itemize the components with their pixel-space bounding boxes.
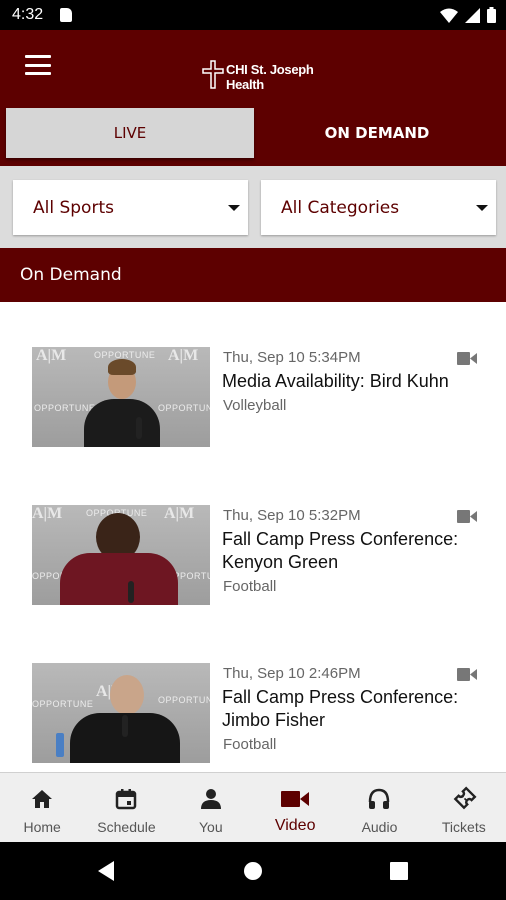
status-bar: 4:32 — [0, 0, 506, 30]
video-thumbnail[interactable]: OPPORTUNE OPPORTUNE A|M — [32, 663, 210, 763]
sports-dropdown[interactable]: All Sports — [13, 180, 248, 235]
brand-mark: A|M — [168, 347, 199, 364]
brand-mark: A|M — [36, 347, 67, 364]
video-category: Football — [223, 578, 277, 595]
video-title: Media Availability: Bird Kuhn — [222, 371, 449, 391]
video-camera-icon — [457, 668, 477, 681]
video-camera-icon — [457, 510, 477, 523]
nav-video[interactable]: Video — [253, 773, 337, 842]
video-title: Fall Camp Press Conference: Jimbo Fisher — [222, 687, 459, 730]
video-camera-icon — [281, 791, 310, 807]
video-item[interactable]: A|M A|M OPPORTUNE OPPORTUNE OPPORTUNE Th… — [0, 505, 506, 625]
video-category: Football — [223, 736, 277, 753]
home-circle-icon[interactable] — [243, 861, 263, 881]
video-item[interactable]: A|M A|M OPPORTUNE OPPORTUNE OPPORTUNE Th… — [0, 347, 506, 467]
recents-icon[interactable] — [390, 862, 408, 880]
video-date: Thu, Sep 10 5:34PM — [223, 349, 361, 366]
video-thumbnail[interactable]: A|M A|M OPPORTUNE OPPORTUNE OPPORTUNE — [32, 347, 210, 447]
nav-schedule[interactable]: Schedule — [84, 773, 168, 842]
categories-dropdown-value: All Categories — [281, 197, 400, 218]
video-date: Thu, Sep 10 2:46PM — [223, 665, 361, 682]
chevron-down-icon — [476, 205, 488, 211]
video-title: Fall Camp Press Conference: Kenyon Green — [222, 529, 459, 572]
person-icon — [200, 789, 221, 809]
nav-home[interactable]: Home — [0, 773, 84, 842]
wifi-icon — [440, 8, 458, 23]
nav-home-label: Home — [23, 819, 61, 835]
video-list: A|M A|M OPPORTUNE OPPORTUNE OPPORTUNE Th… — [0, 302, 506, 772]
tab-live[interactable]: LIVE — [6, 108, 254, 158]
status-icons — [440, 7, 496, 23]
video-date: Thu, Sep 10 5:32PM — [223, 507, 361, 524]
system-nav-bar — [0, 842, 506, 900]
back-icon[interactable] — [96, 860, 116, 882]
filter-bar: All Sports All Categories — [0, 166, 506, 248]
logo-line2: Health — [226, 77, 264, 92]
sd-card-icon — [60, 8, 72, 22]
video-category: Volleyball — [223, 397, 287, 414]
battery-icon — [487, 7, 496, 23]
ticket-icon — [453, 786, 477, 810]
status-time: 4:32 — [12, 6, 44, 23]
sponsor-text: OPPORTUNE — [34, 403, 96, 413]
video-thumbnail[interactable]: A|M A|M OPPORTUNE OPPORTUNE OPPORTUNE — [32, 505, 210, 605]
nav-audio-label: Audio — [361, 819, 398, 835]
categories-dropdown[interactable]: All Categories — [261, 180, 496, 235]
sponsor-text: OPPORTUNE — [32, 699, 94, 709]
nav-audio[interactable]: Audio — [337, 773, 421, 842]
app-bar: CHI St. Joseph Health — [0, 30, 506, 100]
brand-mark: A|M — [164, 505, 195, 522]
home-icon — [32, 790, 53, 808]
logo-text: CHI St. Joseph Health — [226, 62, 314, 92]
stream-tabs: LIVE ON DEMAND — [0, 100, 506, 166]
sponsor-text: OPPORTUNE — [158, 403, 210, 413]
cross-logo-icon — [202, 60, 224, 89]
chevron-down-icon — [228, 205, 240, 211]
nav-you[interactable]: You — [169, 773, 253, 842]
headphones-icon — [369, 788, 390, 809]
nav-you-label: You — [199, 819, 223, 835]
calendar-icon — [116, 789, 137, 810]
video-camera-icon — [457, 352, 477, 365]
nav-tickets[interactable]: Tickets — [422, 773, 506, 842]
nav-video-label: Video — [274, 817, 316, 834]
sports-dropdown-value: All Sports — [33, 197, 114, 218]
sponsor-logo: CHI St. Joseph Health — [202, 58, 322, 98]
brand-mark: A|M — [32, 505, 63, 522]
nav-tickets-label: Tickets — [441, 819, 486, 835]
logo-line1: CHI St. Joseph — [226, 62, 314, 77]
section-title: On Demand — [0, 248, 506, 302]
tab-on-demand[interactable]: ON DEMAND — [254, 108, 500, 158]
menu-icon[interactable] — [22, 52, 54, 78]
bottom-nav: Home Schedule You Video Audio Tickets — [0, 772, 506, 842]
video-item[interactable]: OPPORTUNE OPPORTUNE A|M Thu, Sep 10 2:46… — [0, 663, 506, 772]
sponsor-text: OPPORTUNE — [158, 695, 210, 705]
signal-icon — [465, 7, 480, 23]
nav-schedule-label: Schedule — [97, 819, 156, 835]
